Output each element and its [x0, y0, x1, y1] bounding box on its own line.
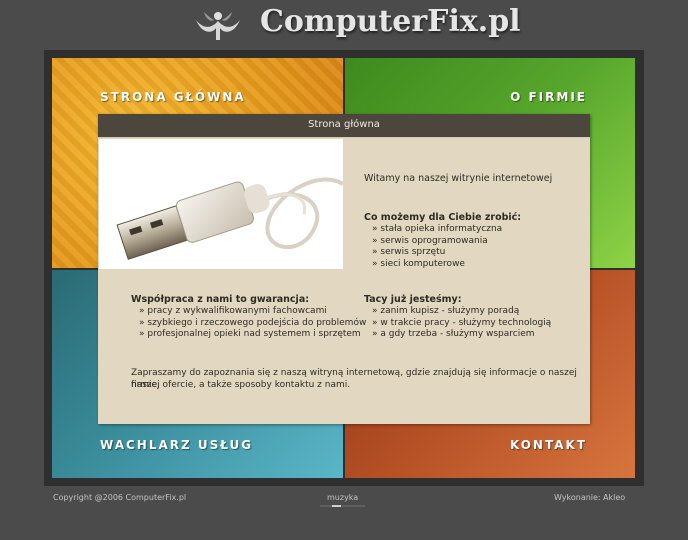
content-window: Strona główna Witamy na naszej witrynie …: [98, 114, 590, 424]
intro-line-2: naszej ofercie, a także sposoby kontaktu…: [131, 380, 351, 390]
list-item: profesjonalnej opieki nad systemem i spr…: [139, 329, 366, 341]
offer-heading: Co możemy dla Ciebie zrobić:: [364, 212, 522, 223]
footer-credit-author[interactable]: Akleo: [603, 493, 625, 502]
nav-home-label[interactable]: STRONA GŁÓWNA: [100, 90, 246, 104]
content-titlebar: Strona główna: [98, 114, 590, 138]
list-item: sieci komputerowe: [372, 259, 502, 271]
music-link[interactable]: muzyka: [327, 493, 358, 502]
list-item: szybkiego i rzeczowego podejścia do prob…: [139, 318, 366, 330]
guarantee-list: pracy z wykwalifikowanymi fachowcami szy…: [139, 306, 366, 341]
music-slider-handle[interactable]: [332, 505, 341, 507]
about-heading: Tacy już jesteśmy:: [364, 294, 462, 305]
list-item: serwis oprogramowania: [372, 236, 502, 248]
music-slider-track[interactable]: [320, 505, 365, 507]
nav-services-label[interactable]: WACHLARZ USŁUG: [100, 438, 253, 452]
nav-contact-label[interactable]: KONTAKT: [510, 438, 587, 452]
nav-about-label[interactable]: O FIRMIE: [510, 90, 587, 104]
list-item: pracy z wykwalifikowanymi fachowcami: [139, 306, 366, 318]
site-title[interactable]: ComputerFix.pl: [260, 4, 521, 39]
figure-logo-icon: [196, 12, 240, 40]
usb-plug-icon: [99, 139, 343, 269]
list-item: a gdy trzeba - służymy wsparciem: [372, 329, 551, 341]
offer-list: stała opieka informatyczna serwis oprogr…: [372, 224, 502, 270]
list-item: stała opieka informatyczna: [372, 224, 502, 236]
welcome-text: Witamy na naszej witrynie internetowej: [364, 173, 553, 184]
content-title: Strona główna: [308, 119, 380, 130]
usb-cable-photo: [99, 139, 343, 269]
guarantee-heading: Współpraca z nami to gwarancja:: [131, 294, 310, 305]
list-item: serwis sprzętu: [372, 247, 502, 259]
list-item: zanim kupisz - służymy poradą: [372, 306, 551, 318]
header: ComputerFix.pl: [0, 0, 688, 50]
about-list: zanim kupisz - służymy poradą w trakcie …: [372, 306, 551, 341]
footer-copyright: Copyright @2006 ComputerFix.pl: [53, 493, 187, 502]
footer-credit-label: Wykonanie:: [554, 493, 601, 502]
list-item: w trakcie pracy - służymy technologią: [372, 318, 551, 330]
